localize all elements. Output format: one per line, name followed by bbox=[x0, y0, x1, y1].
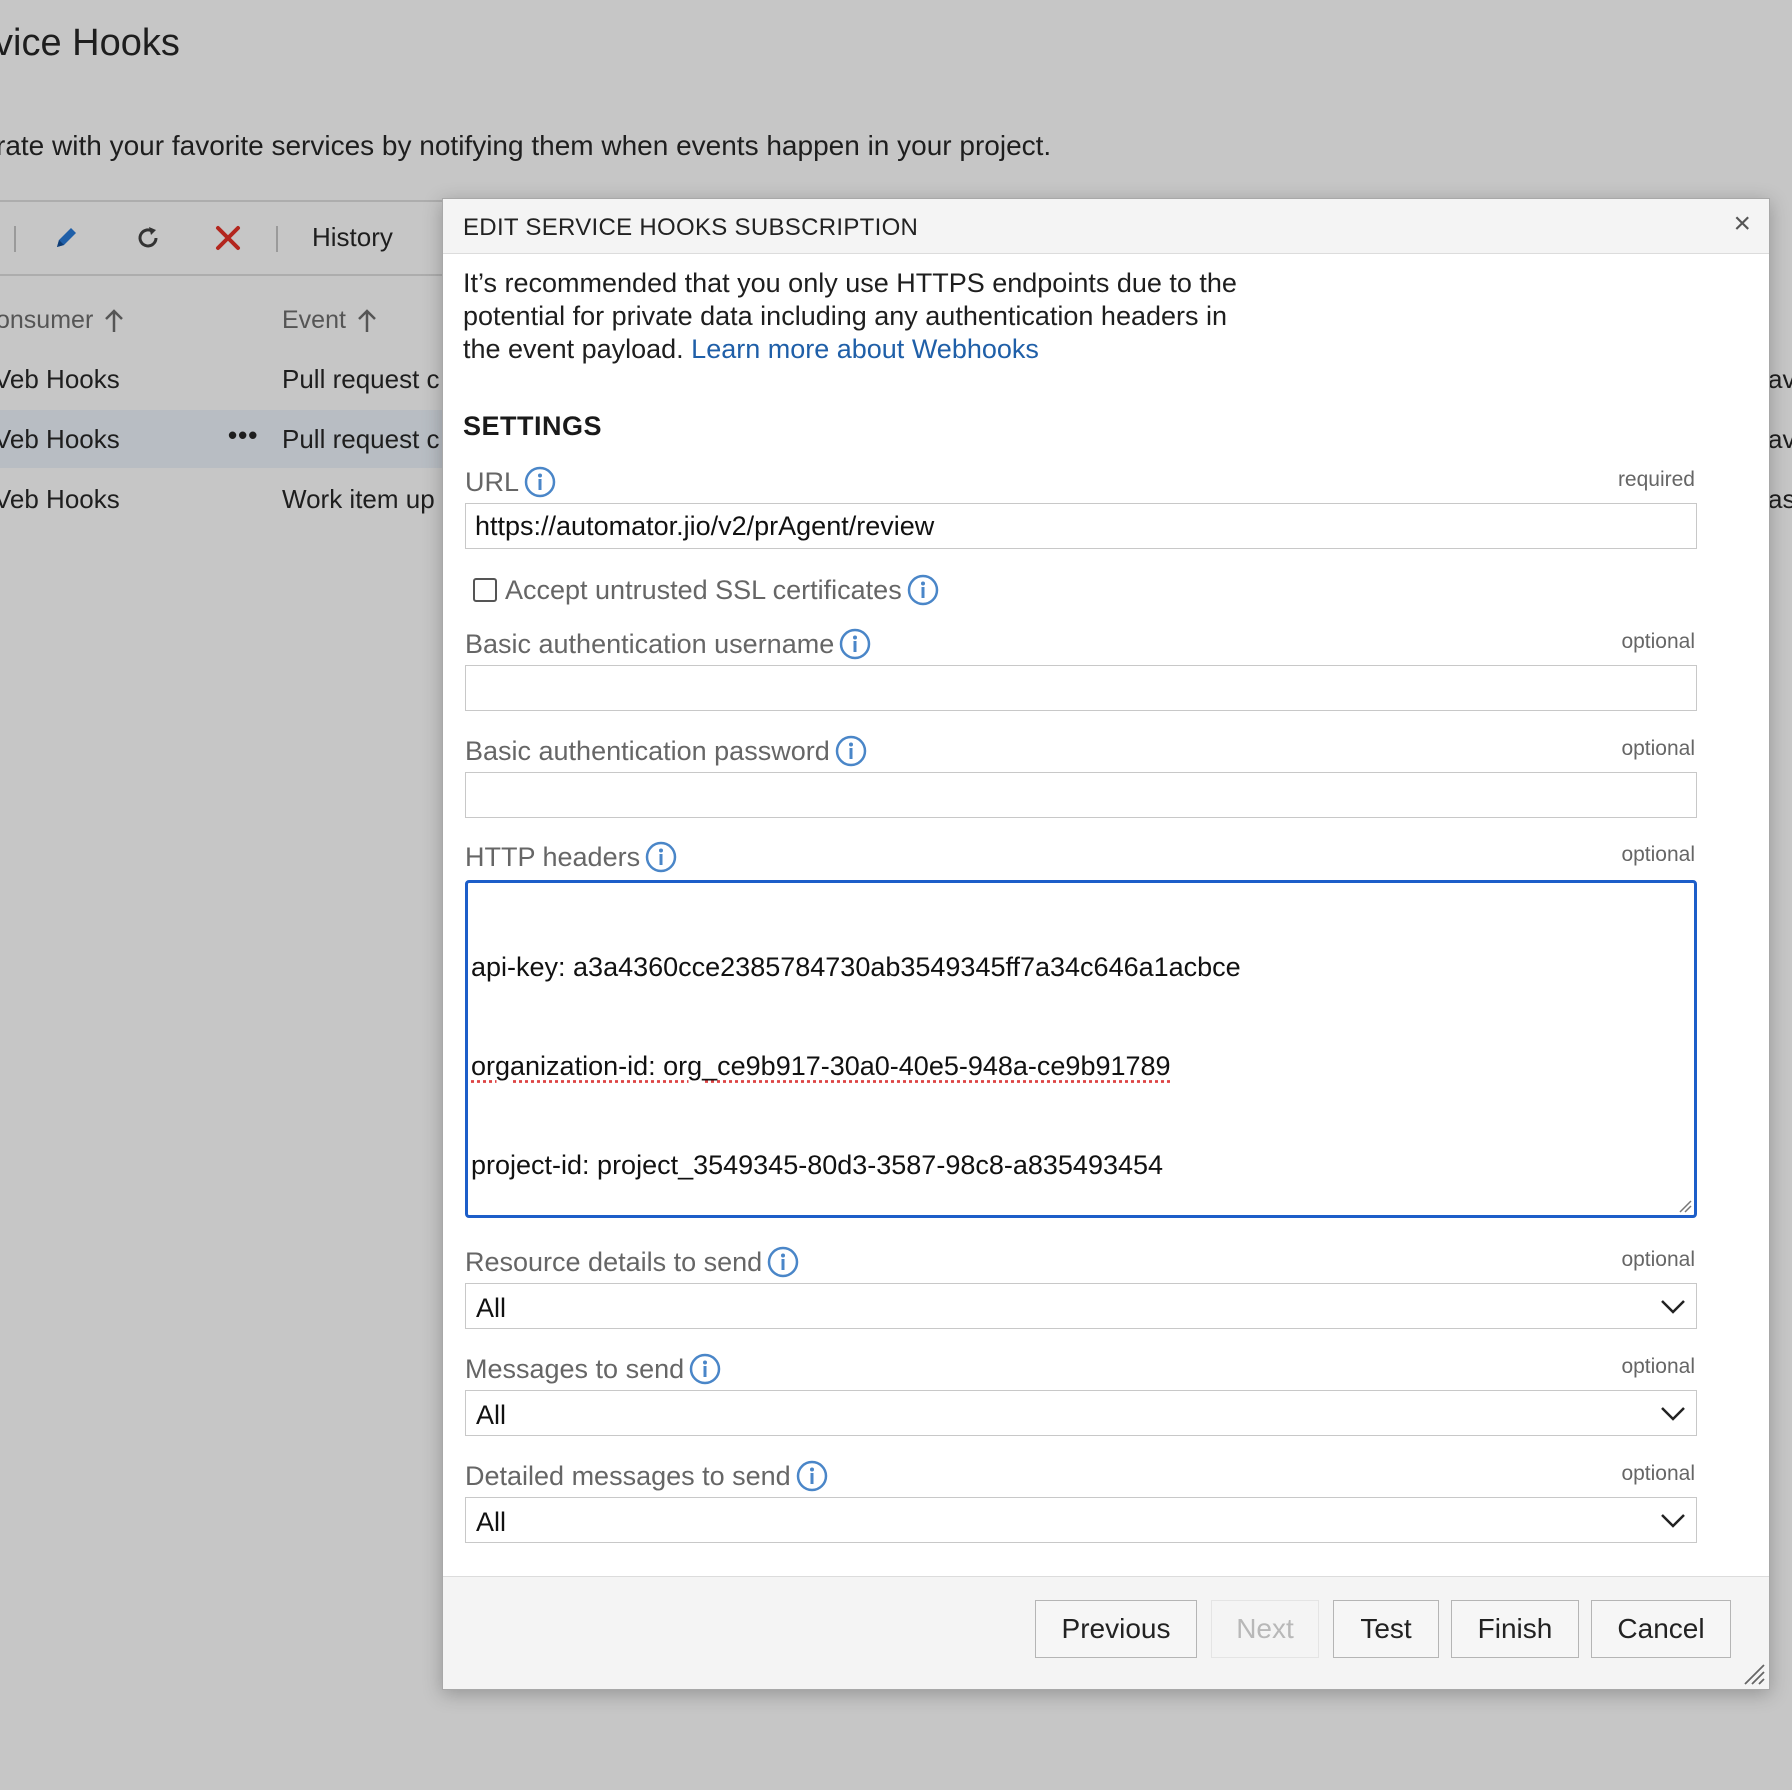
toolbar-separator bbox=[276, 226, 278, 252]
test-button[interactable]: Test bbox=[1333, 1600, 1439, 1658]
optional-note: optional bbox=[1621, 1462, 1695, 1485]
info-icon[interactable] bbox=[644, 840, 678, 874]
messages-select[interactable]: All bbox=[465, 1390, 1697, 1436]
info-icon[interactable] bbox=[523, 465, 557, 499]
username-field[interactable] bbox=[465, 665, 1697, 711]
http-headers-label: HTTP headers bbox=[465, 840, 678, 874]
previous-button[interactable]: Previous bbox=[1035, 1600, 1197, 1658]
delete-icon[interactable] bbox=[208, 218, 248, 258]
header-line: project-id: project_3549345-80d3-3587-98… bbox=[471, 1150, 1164, 1180]
page-title: vice Hooks bbox=[0, 22, 180, 64]
detailed-messages-select[interactable]: All bbox=[465, 1497, 1697, 1543]
pencil-icon[interactable] bbox=[46, 218, 86, 258]
history-button[interactable]: History bbox=[312, 222, 393, 253]
finish-button[interactable]: Finish bbox=[1451, 1600, 1579, 1658]
table-row[interactable]: Veb Hooks Work item up bbox=[0, 470, 460, 528]
close-icon[interactable]: × bbox=[1733, 209, 1751, 239]
password-label: Basic authentication password bbox=[465, 734, 868, 768]
settings-heading: SETTINGS bbox=[463, 411, 603, 441]
resource-details-label: Resource details to send bbox=[465, 1245, 800, 1279]
refresh-icon[interactable] bbox=[128, 218, 168, 258]
info-icon[interactable] bbox=[838, 627, 872, 661]
https-recommendation: It’s recommended that you only use HTTPS… bbox=[463, 268, 1237, 364]
resize-grip-icon[interactable] bbox=[1743, 1663, 1765, 1685]
chevron-down-icon bbox=[1661, 1300, 1685, 1314]
column-header-consumer[interactable]: onsumer bbox=[0, 306, 125, 335]
next-button[interactable]: Next bbox=[1211, 1600, 1319, 1658]
info-icon[interactable] bbox=[834, 734, 868, 768]
more-actions-button[interactable]: ••• bbox=[228, 420, 258, 451]
header-line: api-key: a3a4360cce2385784730ab3549345ff… bbox=[471, 952, 1241, 982]
ssl-checkbox[interactable] bbox=[473, 578, 497, 602]
cancel-button[interactable]: Cancel bbox=[1591, 1600, 1731, 1658]
required-note: required bbox=[1617, 468, 1695, 491]
toolbar-separator bbox=[14, 226, 16, 252]
info-icon[interactable] bbox=[795, 1459, 829, 1493]
chevron-down-icon bbox=[1661, 1514, 1685, 1528]
info-icon[interactable] bbox=[766, 1245, 800, 1279]
table-row[interactable]: Veb Hooks Pull request c bbox=[0, 350, 460, 408]
optional-note: optional bbox=[1621, 1355, 1695, 1378]
sort-up-icon bbox=[105, 308, 124, 332]
info-icon[interactable] bbox=[906, 573, 940, 607]
detailed-messages-label: Detailed messages to send bbox=[465, 1459, 829, 1493]
username-label: Basic authentication username bbox=[465, 627, 872, 661]
url-label: URL bbox=[465, 465, 557, 499]
toolbar: History bbox=[0, 200, 460, 276]
password-field[interactable] bbox=[465, 772, 1697, 818]
optional-note: optional bbox=[1621, 737, 1695, 760]
optional-note: optional bbox=[1621, 630, 1695, 653]
edit-subscription-dialog: EDIT SERVICE HOOKS SUBSCRIPTION × It’s r… bbox=[442, 198, 1770, 1690]
page-description: rate with your favorite services by noti… bbox=[0, 130, 1052, 161]
info-icon[interactable] bbox=[688, 1352, 722, 1386]
optional-note: optional bbox=[1621, 1248, 1695, 1271]
dialog-footer: Previous Next Test Finish Cancel bbox=[443, 1576, 1769, 1689]
table-cell-truncated: av bbox=[1768, 364, 1792, 394]
http-headers-textarea[interactable]: api-key: a3a4360cce2385784730ab3549345ff… bbox=[465, 880, 1697, 1218]
table-cell-truncated: av bbox=[1768, 424, 1792, 454]
resize-grip-icon[interactable] bbox=[1678, 1199, 1692, 1213]
header-line: organization-id: org_ce9b917-30a0-40e5-9… bbox=[471, 1051, 1171, 1081]
column-header-event[interactable]: Event bbox=[282, 306, 378, 335]
url-field[interactable] bbox=[465, 503, 1697, 549]
dialog-header: EDIT SERVICE HOOKS SUBSCRIPTION × bbox=[443, 199, 1769, 254]
learn-more-link[interactable]: Learn more about Webhooks bbox=[691, 334, 1039, 364]
resource-details-select[interactable]: All bbox=[465, 1283, 1697, 1329]
table-row[interactable]: Veb Hooks ••• Pull request c bbox=[0, 410, 460, 468]
optional-note: optional bbox=[1621, 843, 1695, 866]
chevron-down-icon bbox=[1661, 1407, 1685, 1421]
messages-label: Messages to send bbox=[465, 1352, 722, 1386]
sort-up-icon bbox=[358, 308, 376, 332]
ssl-checkbox-row[interactable]: Accept untrusted SSL certificates bbox=[473, 573, 940, 607]
table-cell-truncated: as bbox=[1768, 484, 1792, 514]
dialog-title: EDIT SERVICE HOOKS SUBSCRIPTION bbox=[463, 214, 919, 241]
